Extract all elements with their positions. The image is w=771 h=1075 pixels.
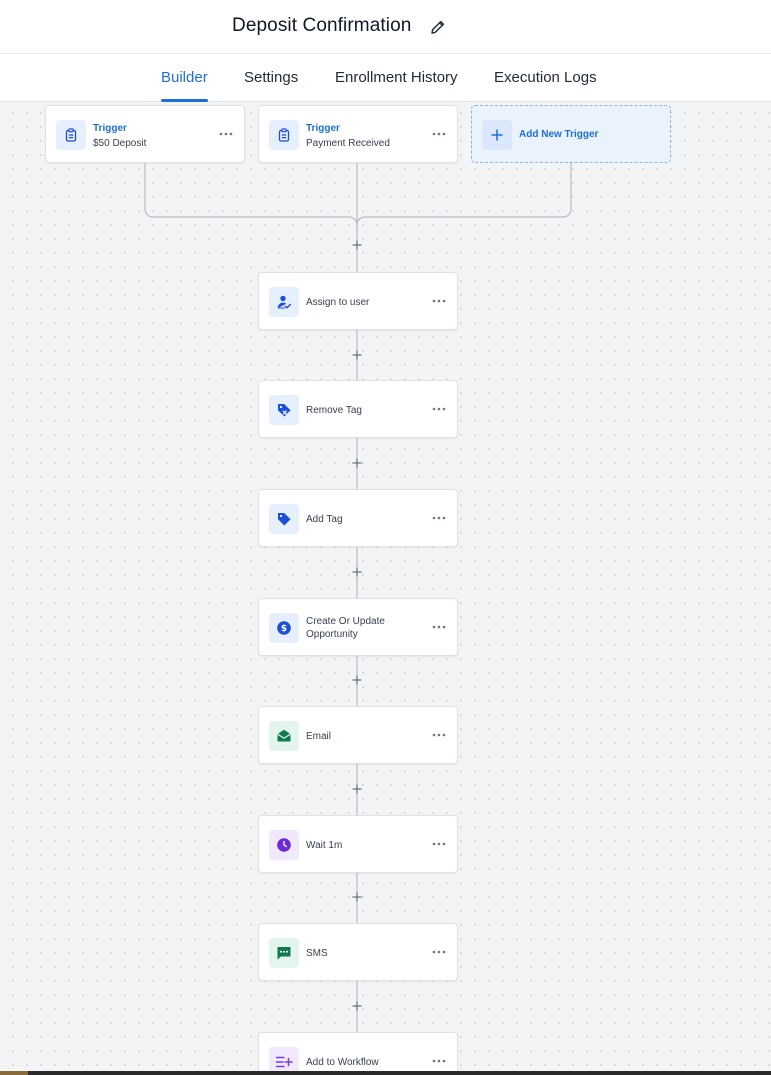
action-card-wait[interactable]: Wait 1m — [258, 815, 458, 873]
trigger-type-label: Trigger — [306, 123, 340, 134]
svg-text:$: $ — [281, 624, 287, 634]
action-label: Add Tag — [306, 514, 343, 525]
add-trigger-label: Add New Trigger — [519, 129, 599, 140]
tab-settings[interactable]: Settings — [244, 69, 298, 86]
action-card-remove-tag[interactable]: Remove Tag — [258, 380, 458, 438]
action-card-add-tag[interactable]: Add Tag — [258, 489, 458, 547]
add-step-button[interactable] — [350, 348, 364, 362]
action-label: Assign to user — [306, 297, 370, 308]
plus-icon — [352, 458, 362, 468]
trigger-name: Payment Received — [306, 138, 390, 149]
clipboard-icon — [269, 120, 299, 150]
more-options-icon[interactable] — [431, 837, 447, 849]
more-options-icon[interactable] — [431, 728, 447, 740]
tab-execution-logs[interactable]: Execution Logs — [494, 69, 597, 86]
plus-icon — [352, 1001, 362, 1011]
chat-icon — [269, 938, 299, 968]
action-card-assign-to-user[interactable]: Assign to user — [258, 272, 458, 330]
add-step-button[interactable] — [350, 456, 364, 470]
window-bottom-edge — [0, 1071, 771, 1075]
bottom-edge-accent — [0, 1071, 28, 1075]
action-label: Add to Workflow — [306, 1057, 379, 1068]
more-options-icon[interactable] — [431, 620, 447, 632]
assign-user-icon — [269, 287, 299, 317]
edit-title-button[interactable] — [428, 17, 448, 37]
tab-builder[interactable]: Builder — [161, 69, 208, 86]
plus-icon — [482, 120, 512, 150]
action-card-add-to-workflow[interactable]: Add to Workflow — [258, 1032, 458, 1075]
envelope-icon — [269, 721, 299, 751]
more-options-icon[interactable] — [431, 1054, 447, 1066]
add-step-button[interactable] — [350, 565, 364, 579]
trigger-card-payment-received[interactable]: Trigger Payment Received — [258, 105, 458, 163]
dollar-icon: $ — [269, 613, 299, 643]
tag-icon — [269, 504, 299, 534]
clock-icon — [269, 830, 299, 860]
add-new-trigger-button[interactable]: Add New Trigger — [471, 105, 671, 163]
add-step-button[interactable] — [350, 890, 364, 904]
trigger-name: $50 Deposit — [93, 138, 147, 149]
workflow-canvas[interactable]: Trigger $50 Deposit Trigger Payment Rece… — [0, 102, 771, 1075]
action-label: Remove Tag — [306, 405, 362, 416]
page-title: Deposit Confirmation — [232, 15, 412, 36]
more-options-icon[interactable] — [218, 127, 234, 139]
tab-bar: Builder Settings Enrollment History Exec… — [0, 54, 771, 102]
action-card-sms[interactable]: SMS — [258, 923, 458, 981]
more-options-icon[interactable] — [431, 294, 447, 306]
more-options-icon[interactable] — [431, 511, 447, 523]
add-step-button[interactable] — [350, 238, 364, 252]
action-label: Wait 1m — [306, 840, 343, 851]
plus-icon — [352, 784, 362, 794]
plus-icon — [352, 567, 362, 577]
plus-icon — [352, 892, 362, 902]
action-card-email[interactable]: Email — [258, 706, 458, 764]
pencil-icon — [431, 20, 445, 34]
more-options-icon[interactable] — [431, 402, 447, 414]
action-card-create-or-update-opportunity[interactable]: $ Create Or Update Opportunity — [258, 598, 458, 656]
action-label: Email — [306, 731, 332, 742]
clipboard-icon — [56, 120, 86, 150]
action-label: Create Or Update Opportunity — [306, 616, 385, 640]
more-options-icon[interactable] — [431, 945, 447, 957]
remove-tag-icon — [269, 395, 299, 425]
plus-icon — [352, 675, 362, 685]
add-step-button[interactable] — [350, 673, 364, 687]
trigger-card-deposit[interactable]: Trigger $50 Deposit — [45, 105, 245, 163]
tab-enrollment-history[interactable]: Enrollment History — [335, 69, 458, 86]
add-step-button[interactable] — [350, 782, 364, 796]
action-label: SMS — [306, 948, 328, 959]
plus-icon — [352, 240, 362, 250]
trigger-type-label: Trigger — [93, 123, 127, 134]
more-options-icon[interactable] — [431, 127, 447, 139]
plus-icon — [352, 350, 362, 360]
workflow-header: Deposit Confirmation — [0, 0, 771, 54]
add-step-button[interactable] — [350, 999, 364, 1013]
